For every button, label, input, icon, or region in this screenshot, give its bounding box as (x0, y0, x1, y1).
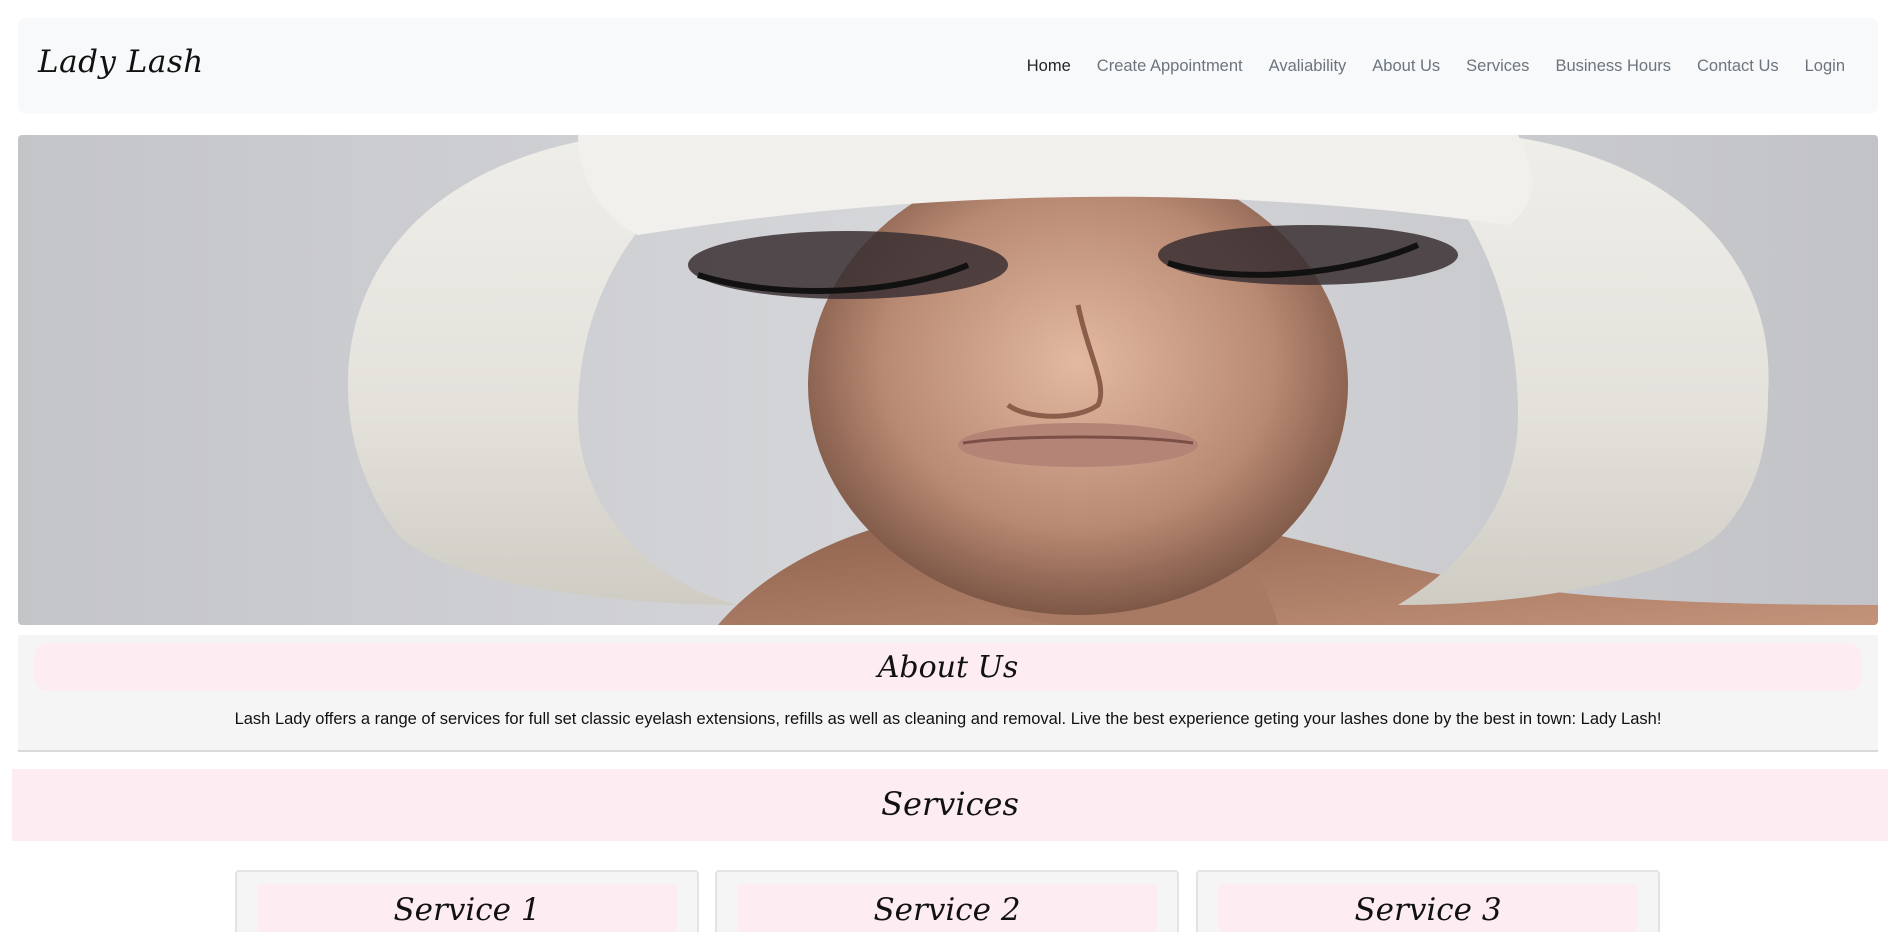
service-card[interactable]: Service 3 (1196, 870, 1660, 932)
nav-link-contact-us[interactable]: Contact Us (1684, 57, 1792, 76)
hero-portrait-illustration (18, 135, 1878, 625)
service-card-title-box: Service 1 (257, 884, 677, 932)
service-card-title: Service 1 (393, 892, 541, 928)
service-card[interactable]: Service 1 (235, 870, 699, 932)
service-card-title-box: Service 3 (1218, 884, 1638, 932)
brand-logo[interactable]: Lady Lash (38, 44, 204, 80)
nav-link-login[interactable]: Login (1792, 57, 1858, 76)
service-card-title: Service 3 (1354, 892, 1502, 928)
about-heading: About Us (877, 650, 1019, 685)
about-text: Lash Lady offers a range of services for… (234, 710, 1662, 728)
nav-link-about-us[interactable]: About Us (1359, 57, 1453, 76)
service-card-title: Service 2 (873, 892, 1021, 928)
services-heading: Services (881, 785, 1019, 823)
page: Lady Lash Home Create Appointment Avalia… (0, 0, 1888, 932)
services-heading-band: Services (12, 769, 1888, 841)
about-section: About Us Lash Lady offers a range of ser… (18, 635, 1878, 752)
nav-link-home[interactable]: Home (1014, 57, 1084, 76)
nav-links: Home Create Appointment Avaliability Abo… (1014, 18, 1858, 114)
service-card-title-box: Service 2 (737, 884, 1157, 932)
navbar: Lady Lash Home Create Appointment Avalia… (18, 18, 1878, 114)
nav-link-services[interactable]: Services (1453, 57, 1542, 76)
nav-link-create-appointment[interactable]: Create Appointment (1084, 57, 1256, 76)
hero-image (18, 135, 1878, 625)
about-heading-box: About Us (34, 643, 1862, 691)
nav-link-business-hours[interactable]: Business Hours (1542, 57, 1684, 76)
nav-link-availability[interactable]: Avaliability (1256, 57, 1360, 76)
service-card[interactable]: Service 2 (715, 870, 1179, 932)
